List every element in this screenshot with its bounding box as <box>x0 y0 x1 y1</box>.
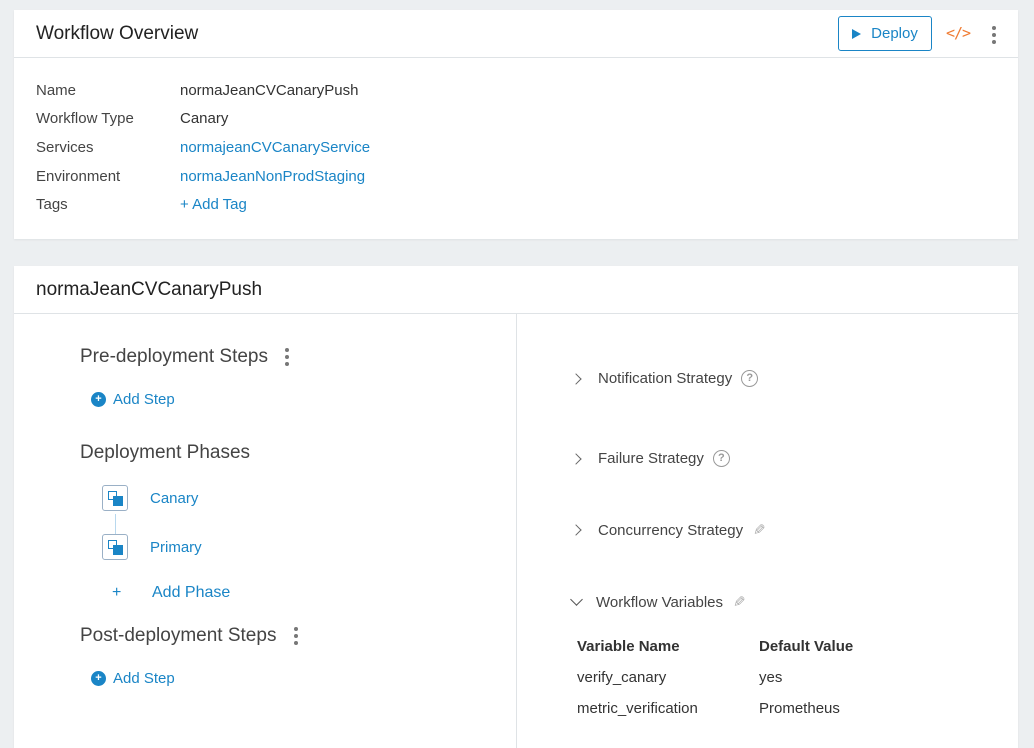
service-link[interactable]: normajeanCVCanaryService <box>180 139 370 156</box>
play-icon <box>852 28 862 39</box>
deployment-phases-title: Deployment Phases <box>80 442 251 463</box>
pre-deployment-more-icon[interactable] <box>285 348 289 366</box>
phase-connector <box>115 514 116 534</box>
deploy-button[interactable]: Deploy <box>838 16 932 51</box>
phase-canary[interactable]: Canary <box>102 485 198 511</box>
workflow-variables-label: Workflow Variables <box>596 593 723 611</box>
workflow-detail-header: normaJeanCVCanaryPush <box>14 266 1018 314</box>
concurrency-strategy-toggle[interactable]: Concurrency Strategy ✎ <box>570 521 766 539</box>
workflow-type-value: Canary <box>180 110 229 127</box>
variable-name-cell: verify_canary <box>577 669 667 686</box>
notification-strategy-label: Notification Strategy <box>598 370 733 387</box>
plus-circle-icon: + <box>91 671 106 686</box>
add-step-label: Add Step <box>113 391 175 408</box>
chevron-right-icon <box>570 452 582 465</box>
workflow-detail-card: normaJeanCVCanaryPush Pre-deployment Ste… <box>14 266 1018 748</box>
default-value-cell: Prometheus <box>759 700 840 717</box>
post-deployment-more-icon[interactable] <box>294 627 298 645</box>
help-icon[interactable]: ? <box>741 370 759 387</box>
phase-icon <box>102 485 128 511</box>
post-deployment-add-step[interactable]: + Add Step <box>91 670 175 687</box>
chevron-down-icon <box>570 593 583 606</box>
environment-link[interactable]: normaJeanNonProdStaging <box>180 168 365 185</box>
plus-circle-icon: + <box>91 392 106 407</box>
phase-label[interactable]: Canary <box>150 490 198 507</box>
add-phase-label: Add Phase <box>152 584 231 601</box>
default-value-cell: yes <box>759 669 783 686</box>
workflow-variables-toggle[interactable]: Workflow Variables ✎ <box>570 593 746 611</box>
field-label: Tags <box>36 196 68 213</box>
add-step-label: Add Step <box>113 670 175 687</box>
failure-strategy-label: Failure Strategy <box>598 450 704 467</box>
notification-strategy-toggle[interactable]: Notification Strategy ? <box>570 370 759 387</box>
workflow-detail-title: normaJeanCVCanaryPush <box>36 279 263 300</box>
pencil-icon[interactable]: ✎ <box>753 521 766 539</box>
workflow-overview-header: Workflow Overview Deploy </> <box>14 10 1018 58</box>
variable-name-cell: metric_verification <box>577 700 698 717</box>
column-divider <box>516 314 517 748</box>
deploy-button-label: Deploy <box>871 25 918 42</box>
field-label: Services <box>36 139 94 156</box>
chevron-right-icon <box>570 372 582 385</box>
phase-primary[interactable]: Primary <box>102 534 202 560</box>
concurrency-strategy-label: Concurrency Strategy <box>598 521 744 539</box>
field-label: Environment <box>36 168 121 185</box>
workflow-name-value: normaJeanCVCanaryPush <box>180 82 359 99</box>
pre-deployment-title: Pre-deployment Steps <box>80 346 268 367</box>
more-options-icon[interactable] <box>992 26 996 44</box>
field-label: Name <box>36 82 77 99</box>
add-tag-link[interactable]: + Add Tag <box>180 196 247 213</box>
field-label: Workflow Type <box>36 110 134 127</box>
pre-deployment-add-step[interactable]: + Add Step <box>91 391 175 408</box>
help-icon[interactable]: ? <box>712 450 730 467</box>
chevron-right-icon <box>570 524 582 536</box>
code-icon[interactable]: </> <box>946 24 971 42</box>
phase-label[interactable]: Primary <box>150 539 202 556</box>
post-deployment-title: Post-deployment Steps <box>80 625 277 646</box>
column-header: Default Value <box>759 638 854 655</box>
column-header: Variable Name <box>577 638 680 655</box>
workflow-overview-card: Workflow Overview Deploy </> Name normaJ… <box>14 10 1018 239</box>
pencil-icon[interactable]: ✎ <box>733 593 746 611</box>
plus-icon: + <box>112 584 122 601</box>
phase-icon <box>102 534 128 560</box>
failure-strategy-toggle[interactable]: Failure Strategy ? <box>570 450 730 467</box>
workflow-overview-title: Workflow Overview <box>36 23 199 44</box>
add-phase-button[interactable]: + Add Phase <box>112 584 230 602</box>
